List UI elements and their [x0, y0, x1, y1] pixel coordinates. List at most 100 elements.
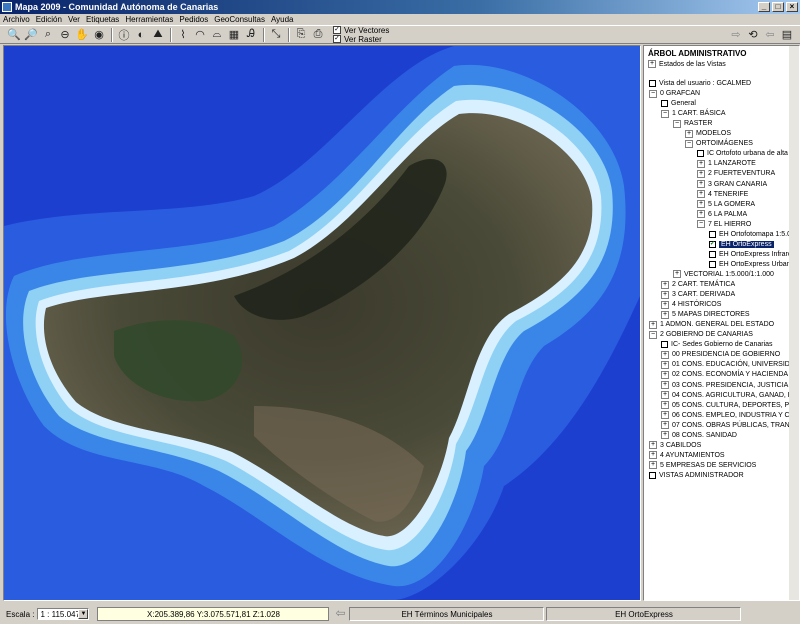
measure-line-icon[interactable]: ⌇: [175, 27, 191, 43]
label-icon[interactable]: Ꭿ: [243, 27, 259, 43]
tree-node[interactable]: + VECTORIAL 1:5.000/1:1.000: [673, 270, 774, 279]
tree-node[interactable]: −1 CART. BÁSICA: [661, 109, 726, 118]
expand-plus-icon[interactable]: +: [661, 401, 669, 410]
tree-node[interactable]: +00 PRESIDENCIA DE GOBIERNO: [661, 350, 780, 359]
scale-select[interactable]: 1 : 115.047 ▼: [37, 608, 90, 620]
map-view[interactable]: [3, 45, 641, 601]
profile-icon[interactable]: ⌓: [209, 27, 225, 43]
mountain-icon[interactable]: ⛰: [150, 27, 166, 43]
chevron-down-icon[interactable]: ▼: [78, 609, 89, 619]
tree-node[interactable]: +06 CONS. EMPLEO, INDUSTRIA Y COMERCIO: [661, 411, 790, 420]
expand-plus-icon[interactable]: +: [649, 441, 657, 450]
view-states-row[interactable]: + Estados de las Vistas: [648, 60, 799, 68]
tree-node[interactable]: +5 MAPAS DIRECTORES: [661, 310, 750, 319]
tree-node[interactable]: +05 CONS. CULTURA, DEPORTES, POLÍTICA: [661, 401, 790, 410]
tree-node[interactable]: +2 CART. TEMÁTICA: [661, 280, 735, 289]
node-checkbox[interactable]: [661, 341, 668, 349]
node-checkbox[interactable]: [709, 230, 716, 238]
menu-geoconsultas[interactable]: GeoConsultas: [211, 15, 268, 24]
checkbox-box[interactable]: ✓: [333, 35, 341, 43]
tree-node[interactable]: +3 CABILDOS: [649, 441, 701, 450]
tree-node[interactable]: EH Ortofotomapa 1:5.000/1:1.000: [709, 230, 790, 239]
tree-node[interactable]: +6 LA PALMA: [697, 210, 747, 219]
tree-node[interactable]: EH OrtoExpress Infrarojo: [709, 250, 790, 259]
layers-icon[interactable]: ▤: [779, 27, 795, 43]
menu-pedidos[interactable]: Pedidos: [176, 15, 211, 24]
node-checkbox[interactable]: [661, 100, 668, 108]
expand-plus-icon[interactable]: +: [661, 421, 669, 430]
expand-plus-icon[interactable]: +: [661, 360, 669, 369]
identify-icon[interactable]: ◐: [133, 27, 149, 43]
tree-node[interactable]: +5 LA GOMERA: [697, 200, 755, 209]
expand-plus-icon[interactable]: +: [697, 169, 705, 178]
zoom-in-icon[interactable]: 🔍: [6, 27, 22, 43]
print-icon[interactable]: ⎙: [310, 27, 326, 43]
tree-node[interactable]: +3 GRAN CANARIA: [697, 180, 767, 189]
refresh-icon[interactable]: ⟲: [745, 27, 761, 43]
tree-node[interactable]: General: [661, 99, 696, 108]
tree-node[interactable]: +01 CONS. EDUCACIÓN, UNIVERSIDADES: [661, 360, 790, 369]
coordinate-pointer-icon[interactable]: ⤡: [268, 27, 284, 43]
tree-node[interactable]: +08 CONS. SANIDAD: [661, 431, 737, 440]
tree-node[interactable]: Vista del usuario : GCALMED: [649, 79, 751, 88]
expand-plus-icon[interactable]: +: [648, 60, 656, 68]
node-checkbox[interactable]: [649, 471, 656, 479]
expand-plus-icon[interactable]: +: [649, 451, 657, 460]
collapse-minus-icon[interactable]: −: [661, 109, 669, 118]
maximize-button[interactable]: □: [772, 2, 784, 12]
collapse-minus-icon[interactable]: −: [649, 330, 657, 339]
menu-edicion[interactable]: Edición: [33, 15, 65, 24]
collapse-minus-icon[interactable]: −: [697, 220, 705, 229]
grid-icon[interactable]: ▦: [226, 27, 242, 43]
zoom-previous-icon[interactable]: ⊖: [57, 27, 73, 43]
menu-herramientas[interactable]: Herramientas: [122, 15, 176, 24]
expand-plus-icon[interactable]: +: [649, 320, 657, 329]
tree-node[interactable]: +03 CONS. PRESIDENCIA, JUSTICIA E IGUALD…: [661, 381, 790, 390]
tree-node[interactable]: −2 GOBIERNO DE CANARIAS: [649, 330, 753, 339]
expand-plus-icon[interactable]: +: [661, 290, 669, 299]
tree-node[interactable]: +3 CART. DERIVADA: [661, 290, 735, 299]
tree-node[interactable]: +4 HISTÓRICOS: [661, 300, 721, 309]
collapse-minus-icon[interactable]: −: [673, 119, 681, 128]
expand-plus-icon[interactable]: +: [685, 129, 693, 138]
forward-arrow-icon[interactable]: ⇨: [728, 27, 744, 43]
tree-node[interactable]: IC- Sedes Gobierno de Canarias: [661, 340, 773, 349]
copy-icon[interactable]: ⎘: [293, 27, 309, 43]
back-arrow-icon[interactable]: ⇦: [333, 607, 347, 621]
expand-plus-icon[interactable]: +: [661, 370, 669, 379]
collapse-minus-icon[interactable]: −: [685, 139, 693, 148]
map-svg[interactable]: [4, 46, 640, 600]
tree-node[interactable]: +07 CONS. OBRAS PÚBLICAS, TRANSPORTES: [661, 421, 790, 430]
expand-plus-icon[interactable]: +: [661, 411, 669, 420]
tree-node[interactable]: VISTAS ADMINISTRADOR: [649, 471, 744, 480]
expand-plus-icon[interactable]: +: [697, 180, 705, 188]
expand-plus-icon[interactable]: +: [661, 431, 669, 440]
ver-vectores-checkbox[interactable]: ✓ Ver Vectores: [333, 26, 389, 35]
tree-node[interactable]: EH OrtoExpress Urbana (alta res.): [709, 260, 790, 269]
node-checkbox[interactable]: [709, 250, 716, 258]
menu-etiquetas[interactable]: Etiquetas: [83, 15, 122, 24]
tree-node[interactable]: −7 EL HIERRO: [697, 220, 751, 229]
tree-node[interactable]: +1 LANZAROTE: [697, 159, 756, 168]
node-checkbox[interactable]: [649, 80, 656, 87]
checkbox-box[interactable]: ✓: [333, 26, 341, 34]
close-button[interactable]: ×: [786, 2, 798, 12]
menu-ayuda[interactable]: Ayuda: [268, 15, 297, 24]
expand-plus-icon[interactable]: +: [673, 270, 681, 279]
expand-plus-icon[interactable]: +: [697, 190, 705, 199]
menu-archivo[interactable]: Archivo: [0, 15, 33, 24]
tree-node[interactable]: +5 EMPRESAS DE SERVICIOS: [649, 461, 756, 470]
expand-plus-icon[interactable]: +: [661, 310, 669, 319]
expand-plus-icon[interactable]: +: [661, 300, 669, 309]
tree-node[interactable]: ✓ EH OrtoExpress: [709, 240, 774, 249]
ver-raster-checkbox[interactable]: ✓ Ver Raster: [333, 35, 389, 44]
pan-hand-icon[interactable]: ✋: [74, 27, 90, 43]
measure-area-icon[interactable]: ◠: [192, 27, 208, 43]
expand-plus-icon[interactable]: +: [661, 381, 669, 389]
back-arrow-icon[interactable]: ⇦: [762, 27, 778, 43]
collapse-minus-icon[interactable]: −: [649, 89, 657, 98]
tree-node[interactable]: +2 FUERTEVENTURA: [697, 169, 775, 178]
zoom-window-icon[interactable]: ⌕: [40, 27, 56, 43]
tree-node[interactable]: +04 CONS. AGRICULTURA, GANAD, PESCA: [661, 391, 790, 400]
tree-node[interactable]: IC Ortofoto urbana de alta resolución: [697, 149, 790, 158]
